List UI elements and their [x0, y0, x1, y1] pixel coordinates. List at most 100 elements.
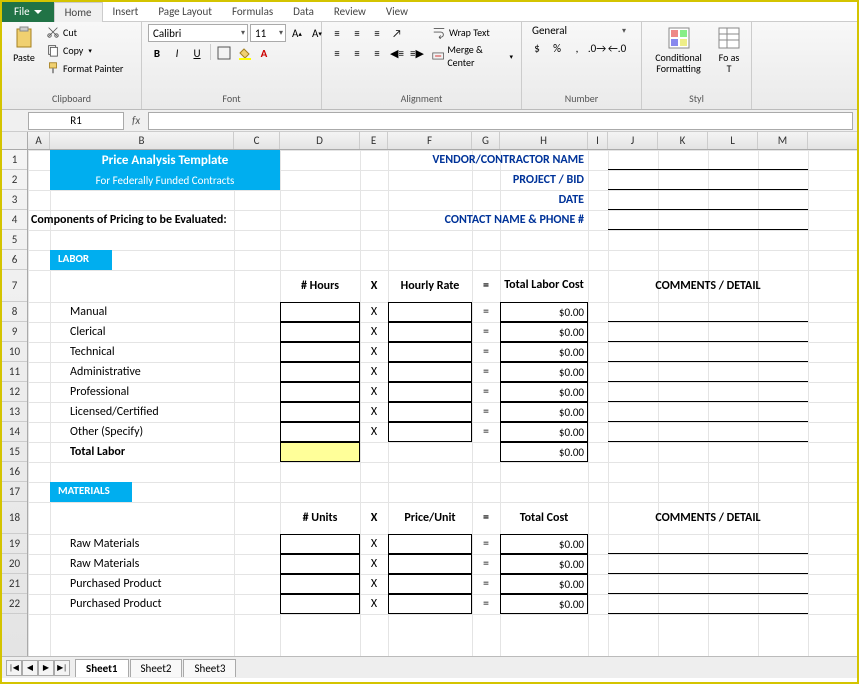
- labor-hours-input-3[interactable]: [280, 362, 360, 382]
- percent-format-button[interactable]: %: [548, 39, 566, 57]
- tab-insert[interactable]: Insert: [103, 2, 149, 22]
- decrease-decimal-button[interactable]: ←.0: [608, 39, 626, 57]
- materials-units-input-1[interactable]: [280, 554, 360, 574]
- format-as-table-button[interactable]: Fo as T: [713, 24, 745, 76]
- row-header-7[interactable]: 7: [2, 270, 27, 302]
- labor-hours-input-2[interactable]: [280, 342, 360, 362]
- font-name-combo[interactable]: Calibri: [148, 24, 248, 42]
- grow-font-button[interactable]: A▴: [288, 24, 306, 42]
- labor-comment-5[interactable]: [608, 402, 808, 422]
- row-header-9[interactable]: 9: [2, 322, 27, 342]
- formula-bar[interactable]: [148, 112, 853, 130]
- border-button[interactable]: [215, 44, 233, 62]
- materials-comment-3[interactable]: [608, 594, 808, 614]
- first-sheet-button[interactable]: |◀: [6, 660, 22, 676]
- indent-decrease-button[interactable]: ◀≡: [388, 44, 406, 62]
- row-header-4[interactable]: 4: [2, 210, 27, 230]
- sheet-tab-2[interactable]: Sheet2: [130, 659, 183, 677]
- labor-hours-input-5[interactable]: [280, 402, 360, 422]
- materials-units-input-0[interactable]: [280, 534, 360, 554]
- paste-button[interactable]: Paste: [8, 24, 40, 65]
- labor-hours-input-0[interactable]: [280, 302, 360, 322]
- format-painter-button[interactable]: Format Painter: [44, 60, 125, 76]
- col-header-L[interactable]: L: [708, 132, 758, 149]
- col-header-J[interactable]: J: [608, 132, 658, 149]
- header-underline-1[interactable]: [608, 150, 808, 170]
- indent-increase-button[interactable]: ≡▶: [408, 44, 426, 62]
- labor-comment-3[interactable]: [608, 362, 808, 382]
- materials-price-input-0[interactable]: [388, 534, 472, 554]
- font-size-combo[interactable]: 11: [250, 24, 286, 42]
- row-header-21[interactable]: 21: [2, 574, 27, 594]
- header-underline-4[interactable]: [608, 210, 808, 230]
- labor-rate-input-6[interactable]: [388, 422, 472, 442]
- align-left-button[interactable]: ≡: [328, 44, 346, 62]
- materials-comment-1[interactable]: [608, 554, 808, 574]
- col-header-K[interactable]: K: [658, 132, 708, 149]
- row-header-20[interactable]: 20: [2, 554, 27, 574]
- align-top-button[interactable]: ≡: [328, 24, 346, 42]
- row-header-12[interactable]: 12: [2, 382, 27, 402]
- labor-rate-input-1[interactable]: [388, 322, 472, 342]
- sheet-tab-1[interactable]: Sheet1: [75, 659, 129, 677]
- italic-button[interactable]: I: [168, 44, 186, 62]
- labor-comment-4[interactable]: [608, 382, 808, 402]
- sheet-tab-3[interactable]: Sheet3: [183, 659, 236, 677]
- materials-price-input-1[interactable]: [388, 554, 472, 574]
- labor-comment-2[interactable]: [608, 342, 808, 362]
- row-header-11[interactable]: 11: [2, 362, 27, 382]
- labor-rate-input-3[interactable]: [388, 362, 472, 382]
- copy-button[interactable]: Copy▾: [44, 42, 125, 58]
- fill-color-button[interactable]: [235, 44, 253, 62]
- prev-sheet-button[interactable]: ◀: [22, 660, 38, 676]
- col-header-B[interactable]: B: [50, 132, 234, 149]
- name-box[interactable]: R1: [28, 112, 124, 130]
- row-header-6[interactable]: 6: [2, 250, 27, 270]
- align-middle-button[interactable]: ≡: [348, 24, 366, 42]
- next-sheet-button[interactable]: ▶: [38, 660, 54, 676]
- labor-comment-1[interactable]: [608, 322, 808, 342]
- row-header-16[interactable]: 16: [2, 462, 27, 482]
- align-bottom-button[interactable]: ≡: [368, 24, 386, 42]
- col-header-E[interactable]: E: [360, 132, 388, 149]
- wrap-text-button[interactable]: Wrap Text: [430, 24, 515, 40]
- tab-review[interactable]: Review: [324, 2, 376, 22]
- col-header-C[interactable]: C: [234, 132, 280, 149]
- col-header-D[interactable]: D: [280, 132, 360, 149]
- comma-format-button[interactable]: ,: [568, 39, 586, 57]
- row-header-22[interactable]: 22: [2, 594, 27, 614]
- orientation-button[interactable]: ↗: [388, 24, 406, 42]
- align-center-button[interactable]: ≡: [348, 44, 366, 62]
- labor-hours-input-6[interactable]: [280, 422, 360, 442]
- row-header-2[interactable]: 2: [2, 170, 27, 190]
- materials-comment-2[interactable]: [608, 574, 808, 594]
- bold-button[interactable]: B: [148, 44, 166, 62]
- increase-decimal-button[interactable]: .0→: [588, 39, 606, 57]
- underline-button[interactable]: U: [188, 44, 206, 62]
- labor-hours-input-4[interactable]: [280, 382, 360, 402]
- labor-rate-input-5[interactable]: [388, 402, 472, 422]
- col-header-F[interactable]: F: [388, 132, 472, 149]
- conditional-formatting-button[interactable]: Conditional Formatting: [648, 24, 709, 76]
- last-sheet-button[interactable]: ▶|: [54, 660, 70, 676]
- row-header-15[interactable]: 15: [2, 442, 27, 462]
- col-header-A[interactable]: A: [28, 132, 50, 149]
- row-header-14[interactable]: 14: [2, 422, 27, 442]
- row-header-17[interactable]: 17: [2, 482, 27, 502]
- tab-formulas[interactable]: Formulas: [222, 2, 283, 22]
- number-format-combo[interactable]: General: [528, 24, 628, 37]
- header-underline-3[interactable]: [608, 190, 808, 210]
- align-right-button[interactable]: ≡: [368, 44, 386, 62]
- row-header-5[interactable]: 5: [2, 230, 27, 250]
- materials-units-input-3[interactable]: [280, 594, 360, 614]
- tab-data[interactable]: Data: [283, 2, 324, 22]
- labor-rate-input-0[interactable]: [388, 302, 472, 322]
- fx-icon[interactable]: fx: [132, 114, 140, 127]
- font-color-button[interactable]: A: [255, 44, 273, 62]
- labor-rate-input-2[interactable]: [388, 342, 472, 362]
- col-header-H[interactable]: H: [500, 132, 588, 149]
- merge-center-button[interactable]: Merge & Center▾: [430, 42, 515, 70]
- col-header-I[interactable]: I: [588, 132, 608, 149]
- row-header-18[interactable]: 18: [2, 502, 27, 534]
- col-header-G[interactable]: G: [472, 132, 500, 149]
